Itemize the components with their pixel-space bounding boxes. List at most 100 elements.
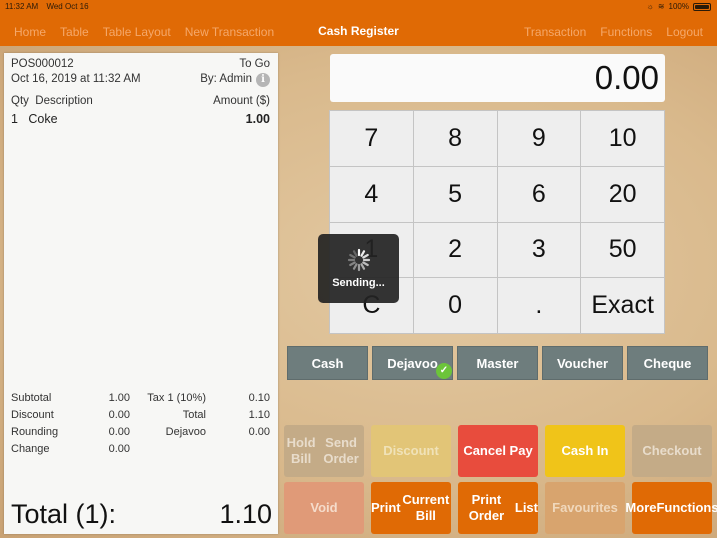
header-qty: Qty	[11, 95, 29, 107]
rounding-label: Rounding	[11, 426, 59, 438]
grand-total-label: Total (1):	[11, 499, 117, 529]
payment-methods: Cash Dejavoo ✓ Master Voucher Cheque	[287, 346, 708, 380]
checkout-button[interactable]: Checkout	[632, 425, 712, 477]
nav-home[interactable]: Home	[14, 25, 46, 39]
order-number: POS000012	[11, 58, 74, 70]
pay-master-button[interactable]: Master	[457, 346, 538, 380]
pay-dejavoo-button[interactable]: Dejavoo ✓	[372, 346, 453, 380]
pay-cash-button[interactable]: Cash	[287, 346, 368, 380]
info-icon[interactable]: i	[256, 73, 270, 87]
battery-percent: 100%	[668, 2, 689, 11]
pay-cheque-button[interactable]: Cheque	[627, 346, 708, 380]
change-value: 0.00	[108, 443, 130, 455]
key-5[interactable]: 5	[413, 166, 497, 222]
function-label-line: Print	[371, 500, 401, 515]
brightness-icon: ☼	[646, 2, 654, 11]
pay-label: Cheque	[643, 355, 692, 371]
pay-voucher-button[interactable]: Voucher	[542, 346, 623, 380]
totals-section: Subtotal 1.00 Tax 1 (10%) 0.10 Discount …	[11, 392, 270, 460]
item-description: Coke	[28, 112, 58, 126]
nav-functions[interactable]: Functions	[600, 25, 652, 39]
nav-logout[interactable]: Logout	[666, 25, 703, 39]
subtotal-value: 1.00	[108, 392, 130, 404]
favourites-button[interactable]: Favourites	[545, 482, 625, 534]
rounding-value: 0.00	[108, 426, 130, 438]
function-label-line: Discount	[383, 443, 439, 458]
order-by: By: Admin	[200, 73, 252, 85]
totals-row: Change 0.00	[11, 443, 270, 460]
sending-hud: Sending...	[318, 234, 399, 303]
dejavoo-label: Dejavoo	[165, 426, 206, 438]
grand-total-value: 1.10	[219, 499, 272, 529]
function-label-line: Favourites	[552, 500, 618, 515]
nav-right: Transaction Functions Logout	[524, 25, 703, 39]
cancel-pay-button[interactable]: Cancel Pay	[458, 425, 538, 477]
receipt-header-row-1: POS000012 To Go	[11, 58, 270, 70]
battery-icon	[693, 2, 711, 11]
key-2[interactable]: 2	[413, 222, 497, 278]
void-button[interactable]: Void	[284, 482, 364, 534]
wifi-icon: ≋	[657, 2, 665, 11]
discount-label: Discount	[11, 409, 54, 421]
function-label-line: Cash In	[561, 443, 609, 458]
receipt-header-row-2: Oct 16, 2019 at 11:32 AM By: Admin i	[11, 73, 270, 87]
change-label: Change	[11, 443, 50, 455]
status-time: 11:32 AM	[5, 2, 39, 11]
more-functions-button[interactable]: More Functions	[625, 482, 717, 534]
nav-table-layout[interactable]: Table Layout	[103, 25, 171, 39]
pay-label: Dejavoo	[387, 355, 438, 371]
key-decimal[interactable]: .	[497, 278, 581, 333]
key-exact[interactable]: Exact	[581, 278, 664, 333]
item-amount: 1.00	[245, 112, 270, 126]
function-label-line: Hold Bill	[286, 435, 316, 466]
print-order-list-button[interactable]: Print Order List	[458, 482, 538, 534]
key-20[interactable]: 20	[581, 166, 664, 222]
function-label-line: Send Order	[323, 435, 359, 466]
tax-label: Tax 1 (10%)	[147, 392, 206, 404]
key-4[interactable]: 4	[330, 166, 413, 222]
nav-new-transaction[interactable]: New Transaction	[185, 25, 274, 39]
tax-value: 0.10	[248, 392, 270, 404]
spinner-icon	[347, 248, 371, 272]
key-7[interactable]: 7	[330, 111, 413, 166]
receipt-item-row[interactable]: 1 Coke 1.00	[11, 112, 270, 126]
key-10[interactable]: 10	[581, 111, 664, 166]
top-bar: 11:32 AM Wed Oct 16 ☼ ≋ 100% Home Table …	[0, 0, 717, 46]
nav-transaction[interactable]: Transaction	[524, 25, 586, 39]
print-current-bill-button[interactable]: Print Current Bill	[371, 482, 451, 534]
totals-row: Subtotal 1.00 Tax 1 (10%) 0.10	[11, 392, 270, 409]
header-qty-desc: Qty Description	[11, 95, 93, 107]
function-buttons: Hold Bill Send Order Discount Cancel Pay …	[284, 425, 717, 534]
function-label-line: Print Order	[468, 492, 505, 523]
key-6[interactable]: 6	[497, 166, 581, 222]
key-3[interactable]: 3	[497, 222, 581, 278]
page-title: Cash Register	[318, 24, 399, 38]
amount-display[interactable]: 0.00	[330, 54, 665, 102]
dejavoo-value: 0.00	[248, 426, 270, 438]
pay-label: Cash	[311, 355, 344, 371]
order-datetime: Oct 16, 2019 at 11:32 AM	[11, 73, 141, 85]
function-label-line: Cancel Pay	[463, 443, 533, 458]
key-0[interactable]: 0	[413, 278, 497, 333]
totals-row: Discount 0.00 Total 1.10	[11, 409, 270, 426]
discount-button[interactable]: Discount	[371, 425, 451, 477]
cash-in-button[interactable]: Cash In	[545, 425, 625, 477]
item-qty: 1	[11, 112, 18, 126]
nav-table[interactable]: Table	[60, 25, 89, 39]
function-label-line: Current Bill	[402, 492, 450, 523]
order-type: To Go	[239, 58, 270, 70]
totals-row: Rounding 0.00 Dejavoo 0.00	[11, 426, 270, 443]
discount-value: 0.00	[108, 409, 130, 421]
check-icon: ✓	[436, 363, 452, 379]
function-label-line: Void	[310, 500, 338, 515]
total-value: 1.10	[248, 409, 270, 421]
item-qty-desc: 1 Coke	[11, 112, 58, 126]
function-label-line: List	[514, 500, 538, 515]
function-label-line: Functions	[656, 500, 717, 515]
status-bar-left: 11:32 AM Wed Oct 16	[5, 2, 95, 11]
nav-left: Home Table Table Layout New Transaction	[14, 25, 274, 39]
hold-bill-send-order-button[interactable]: Hold Bill Send Order	[284, 425, 364, 477]
key-8[interactable]: 8	[413, 111, 497, 166]
key-9[interactable]: 9	[497, 111, 581, 166]
key-50[interactable]: 50	[581, 222, 664, 278]
